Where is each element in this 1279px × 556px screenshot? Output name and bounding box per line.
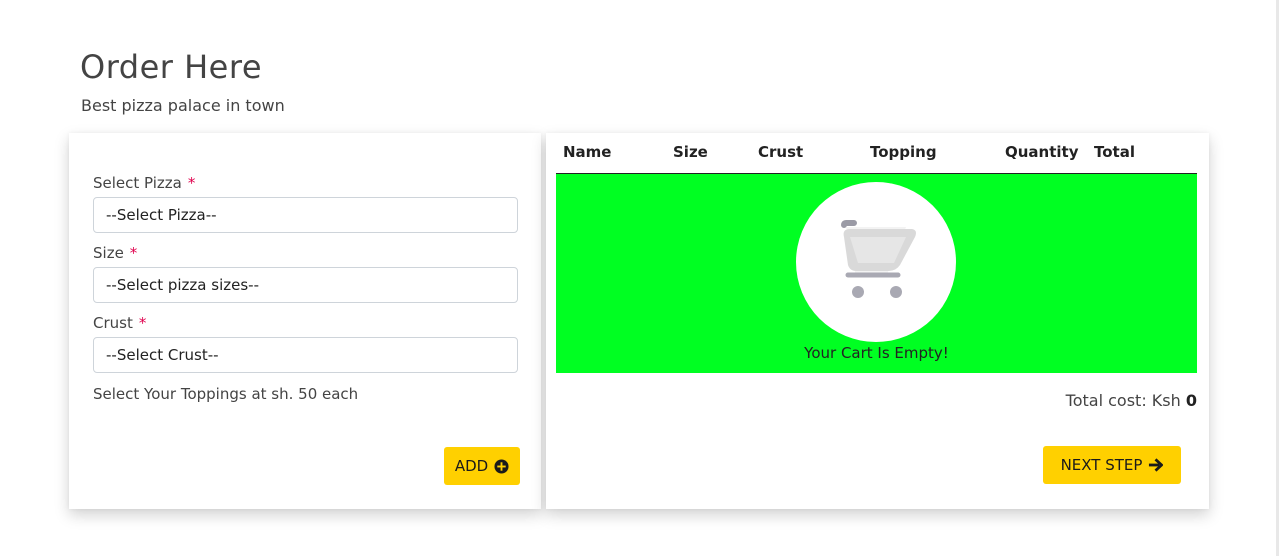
pizza-field-label: Select Pizza *	[93, 174, 195, 192]
column-header-topping: Topping	[870, 143, 937, 161]
page-title: Order Here	[80, 48, 262, 86]
column-header-quantity: Quantity	[1005, 143, 1079, 161]
size-label-text: Size	[93, 244, 124, 262]
pizza-select[interactable]: --Select Pizza--	[93, 197, 518, 233]
column-header-total: Total	[1094, 143, 1135, 161]
column-header-crust: Crust	[758, 143, 804, 161]
order-form-card: Select Pizza * --Select Pizza-- Size * --S…	[69, 133, 541, 509]
total-cost-value: 0	[1185, 391, 1197, 410]
column-header-size: Size	[673, 143, 708, 161]
arrow-right-icon	[1149, 458, 1164, 472]
crust-select-value: --Select Crust--	[106, 346, 219, 364]
add-button[interactable]: ADD	[444, 447, 520, 485]
cart-card: Name Size Crust Topping Quantity Total Y…	[546, 133, 1209, 509]
empty-cart-area: Your Cart Is Empty!	[556, 174, 1197, 373]
size-select[interactable]: --Select pizza sizes--	[93, 267, 518, 303]
cart-table-header: Name Size Crust Topping Quantity Total	[546, 141, 1209, 173]
cart-illustration	[796, 182, 956, 342]
total-cost-label: Total cost: Ksh	[1065, 391, 1181, 410]
page-subtitle: Best pizza palace in town	[81, 96, 285, 115]
size-select-value: --Select pizza sizes--	[106, 276, 259, 294]
toppings-label: Select Your Toppings at sh. 50 each	[93, 385, 359, 403]
next-step-label: NEXT STEP	[1060, 456, 1143, 474]
pizza-label-text: Select Pizza	[93, 174, 182, 192]
crust-select[interactable]: --Select Crust--	[93, 337, 518, 373]
pizza-select-value: --Select Pizza--	[106, 206, 217, 224]
required-mark: *	[129, 244, 138, 262]
column-header-name: Name	[563, 143, 612, 161]
add-button-label: ADD	[454, 457, 489, 475]
crust-field-label: Crust *	[93, 314, 146, 332]
shopping-cart-icon	[841, 220, 916, 298]
total-cost: Total cost: Ksh 0	[1066, 391, 1197, 410]
required-mark: *	[138, 314, 147, 332]
required-mark: *	[187, 174, 196, 192]
size-field-label: Size *	[93, 244, 137, 262]
plus-circle-icon	[494, 458, 509, 474]
next-step-button[interactable]: NEXT STEP	[1043, 446, 1181, 484]
crust-label-text: Crust	[93, 314, 133, 332]
empty-cart-text: Your Cart Is Empty!	[804, 344, 949, 362]
